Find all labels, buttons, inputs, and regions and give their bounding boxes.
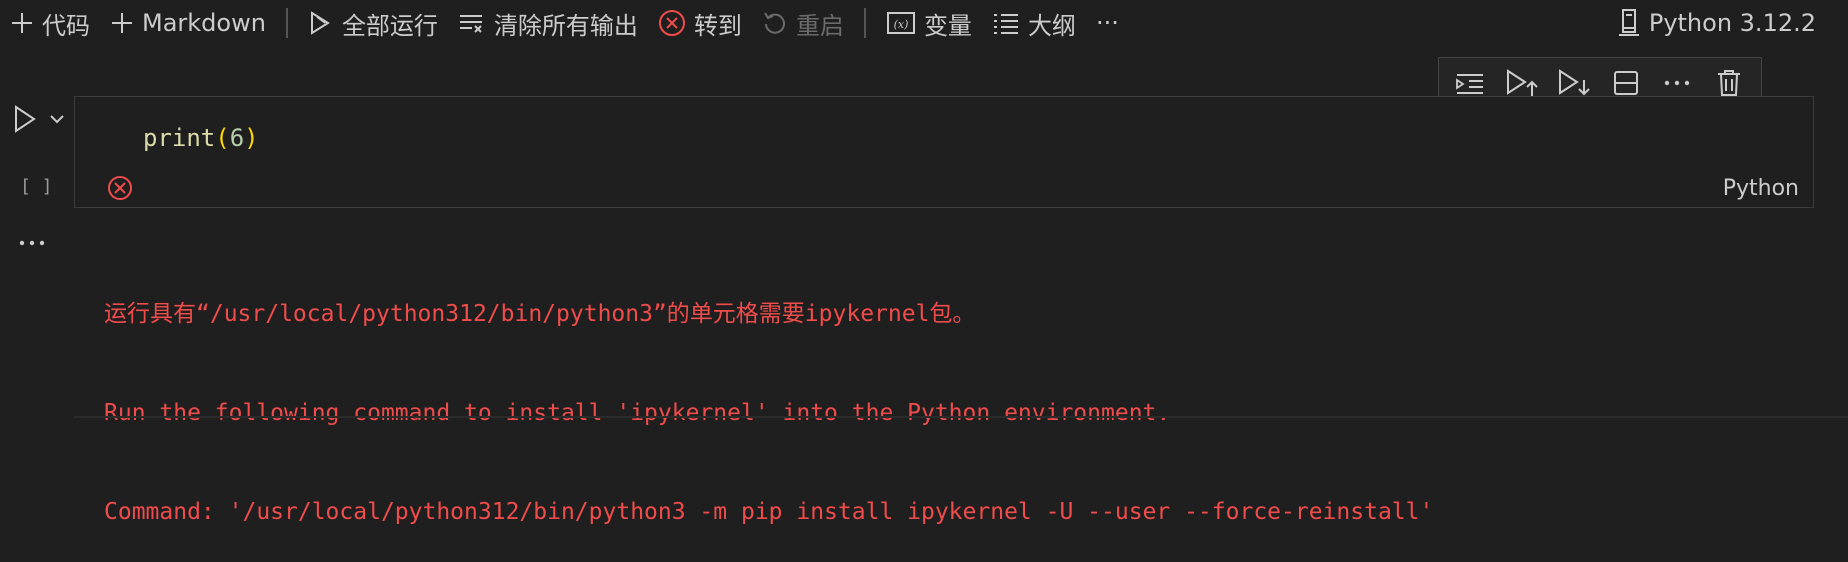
error-circle-icon	[658, 9, 686, 37]
kernel-label: Python 3.12.2	[1648, 9, 1816, 37]
toolbar-divider	[863, 8, 866, 38]
run-all-label: 全部运行	[341, 11, 438, 40]
code-function: print	[143, 124, 216, 152]
run-below-icon	[1559, 69, 1590, 96]
split-icon	[1613, 71, 1638, 95]
add-markdown-cell-button[interactable]: Markdown	[100, 5, 276, 41]
play-icon	[15, 105, 36, 133]
more-actions-button[interactable]: ···	[1086, 5, 1129, 41]
plus-icon	[110, 11, 134, 35]
output-line: Command: '/usr/local/python312/bin/pytho…	[104, 499, 1434, 525]
code-line[interactable]: print(6)	[143, 124, 259, 152]
kernel-icon	[1617, 8, 1641, 38]
outline-button[interactable]: 大纲	[982, 5, 1086, 41]
variables-label: 变量	[923, 11, 972, 40]
plus-icon	[10, 11, 34, 35]
execution-count: [ ]	[20, 176, 53, 197]
restart-icon	[762, 10, 788, 36]
code-paren-close: )	[244, 124, 259, 152]
restart-label: 重启	[795, 11, 844, 40]
clear-all-icon	[458, 11, 486, 35]
output-line: 运行具有“/usr/local/python312/bin/python3”的单…	[104, 301, 976, 327]
clear-outputs-button[interactable]: 清除所有输出	[448, 5, 648, 41]
trash-icon	[1718, 70, 1741, 96]
toolbar-divider	[285, 8, 288, 38]
output-more-button[interactable]	[18, 232, 46, 251]
output-line: Run the following command to install 'ip…	[104, 400, 1171, 426]
kernel-picker[interactable]: Python 3.12.2	[1607, 5, 1826, 41]
code-number: 6	[229, 124, 245, 152]
add-code-label: 代码	[42, 11, 90, 40]
error-circle-icon	[108, 176, 132, 200]
variables-button[interactable]: (x) 变量	[876, 5, 982, 41]
cell-language-picker[interactable]: Python	[1723, 176, 1799, 201]
execution-error-status	[107, 175, 133, 205]
ellipsis-icon: ···	[1095, 9, 1119, 37]
run-all-icon	[308, 10, 334, 36]
run-lines-icon	[1455, 74, 1483, 94]
add-code-cell-button[interactable]: 代码	[0, 5, 100, 41]
ellipsis-icon	[1665, 80, 1690, 86]
code-paren-open: (	[215, 124, 230, 152]
run-cell-button[interactable]	[12, 104, 66, 134]
variable-icon: (x)	[886, 10, 916, 36]
goto-label: 转到	[693, 11, 742, 40]
restart-button[interactable]: 重启	[752, 5, 854, 41]
clear-outputs-label: 清除所有输出	[493, 11, 638, 40]
notebook-toolbar: 代码 Markdown 全部运行 清除所有输出 转到 重启 (x) 变量 大纲 …	[0, 0, 1848, 46]
add-markdown-label: Markdown	[142, 9, 266, 37]
list-icon	[992, 11, 1020, 35]
outline-label: 大纲	[1027, 11, 1076, 40]
code-cell-editor[interactable]: print(6) Python	[74, 96, 1814, 208]
svg-text:(x): (x)	[894, 18, 909, 31]
cell-output: 运行具有“/usr/local/python312/bin/python3”的单…	[104, 232, 1433, 562]
goto-button[interactable]: 转到	[648, 5, 752, 41]
divider	[74, 416, 1848, 418]
chevron-down-icon[interactable]	[48, 113, 66, 125]
ellipsis-icon	[19, 240, 45, 246]
run-above-icon	[1507, 69, 1539, 96]
run-all-button[interactable]: 全部运行	[298, 5, 448, 41]
